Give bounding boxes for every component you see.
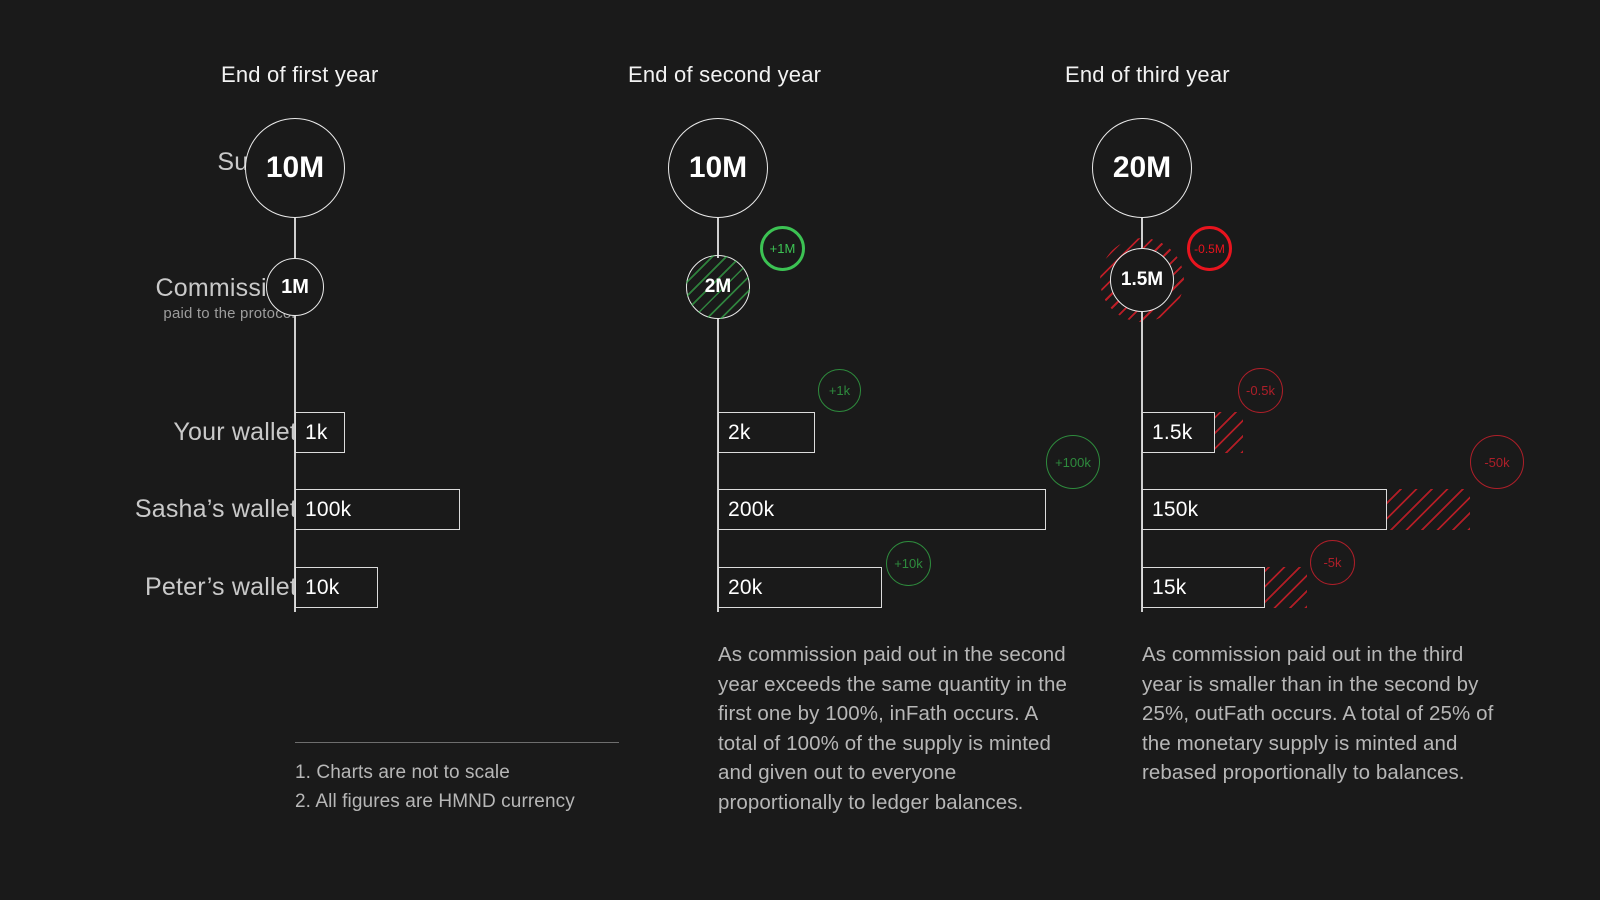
bar-value: 200k: [728, 497, 775, 521]
bar-value: 15k: [1152, 575, 1187, 599]
stem-supply-commission-year-1: [294, 218, 296, 258]
bar-value: 20k: [728, 575, 763, 599]
footnote-1: 1. Charts are not to scale: [295, 762, 510, 783]
badge-label: -5k: [1323, 555, 1342, 570]
commission-node-year-3: 1.5M: [1110, 248, 1174, 312]
bar-value: 1.5k: [1152, 420, 1193, 444]
wallet-bar-peter-year-3: 15k: [1142, 567, 1442, 608]
badge-label: -0.5M: [1194, 241, 1225, 256]
wallet-delta-badge-sasha-year-3: -50k: [1470, 435, 1524, 489]
bar-value: 100k: [305, 497, 352, 521]
column-title-year-3: End of third year: [1065, 62, 1230, 87]
row-label-commission: Commission: [155, 274, 295, 302]
bar-body: 20k: [718, 567, 882, 608]
shrink-hatch: [1265, 567, 1307, 608]
wallet-bar-sasha-year-3: 150k: [1142, 489, 1542, 530]
wallet-bar-peter-year-2: 20k: [718, 567, 1018, 608]
stem-supply-commission-year-2: [717, 218, 719, 258]
wallet-bar-your-year-1: 1k: [295, 412, 495, 453]
badge-label: +1M: [769, 241, 796, 256]
row-label-your-wallet: Your wallet: [173, 418, 297, 446]
commission-node-value: 1.5M: [1120, 269, 1164, 290]
bar-body: 10k: [295, 567, 378, 608]
supply-node-value: 20M: [1112, 151, 1172, 184]
wallet-bar-sasha-year-1: 100k: [295, 489, 595, 530]
row-sublabel-commission: paid to the protocol: [163, 305, 295, 322]
wallet-delta-badge-peter-year-2: +10k: [886, 541, 931, 586]
footnote-divider: [295, 742, 619, 743]
badge-label: -50k: [1484, 454, 1510, 470]
badge-label: -0.5k: [1246, 383, 1275, 398]
bar-body: 15k: [1142, 567, 1265, 608]
supply-node-year-3: 20M: [1092, 118, 1192, 218]
wallet-bar-sasha-year-2: 200k: [718, 489, 1118, 530]
bar-value: 2k: [728, 420, 751, 444]
bar-body: 2k: [718, 412, 815, 453]
wallet-delta-badge-sasha-year-2: +100k: [1046, 435, 1100, 489]
wallet-delta-badge-peter-year-3: -5k: [1310, 540, 1355, 585]
column-title-year-1: End of first year: [221, 62, 379, 87]
supply-node-value: 10M: [688, 151, 748, 184]
caption-year-2: As commission paid out in the second yea…: [718, 643, 1067, 814]
commission-delta-badge-year-2: +1M: [760, 226, 805, 271]
badge-label: +10k: [894, 556, 923, 571]
supply-node-value: 10M: [265, 151, 325, 184]
bar-value: 1k: [305, 420, 328, 444]
supply-node-year-2: 10M: [668, 118, 768, 218]
caption-year-3: As commission paid out in the third year…: [1142, 643, 1494, 784]
bar-body: 1k: [295, 412, 345, 453]
wallet-delta-badge-your-year-2: +1k: [818, 369, 861, 412]
bar-value: 10k: [305, 575, 340, 599]
wallet-bar-your-year-2: 2k: [718, 412, 918, 453]
commission-delta-badge-year-3: -0.5M: [1187, 226, 1232, 271]
bar-value: 150k: [1152, 497, 1199, 521]
shrink-hatch: [1215, 412, 1243, 453]
shrink-hatch: [1387, 489, 1470, 530]
badge-label: +1k: [828, 383, 851, 398]
bar-body: 1.5k: [1142, 412, 1215, 453]
bar-body: 150k: [1142, 489, 1387, 530]
bar-body: 200k: [718, 489, 1046, 530]
infographic-canvas: Supply Commission paid to the protocol Y…: [0, 0, 1600, 900]
wallet-bar-peter-year-1: 10k: [295, 567, 545, 608]
column-title-year-2: End of second year: [628, 62, 822, 87]
supply-node-year-1: 10M: [245, 118, 345, 218]
wallet-bar-your-year-3: 1.5k: [1142, 412, 1342, 453]
row-label-peter-wallet: Peter’s wallet: [145, 573, 297, 601]
footnote-2: 2. All figures are HMND currency: [295, 791, 575, 812]
row-label-sasha-wallet: Sasha’s wallet: [134, 495, 297, 523]
commission-node-year-1: 1M: [266, 258, 324, 316]
bar-body: 100k: [295, 489, 460, 530]
badge-label: +100k: [1055, 454, 1091, 470]
commission-node-value: 2M: [704, 276, 732, 297]
wallet-delta-badge-your-year-3: -0.5k: [1238, 368, 1283, 413]
commission-node-value: 1M: [281, 275, 309, 298]
